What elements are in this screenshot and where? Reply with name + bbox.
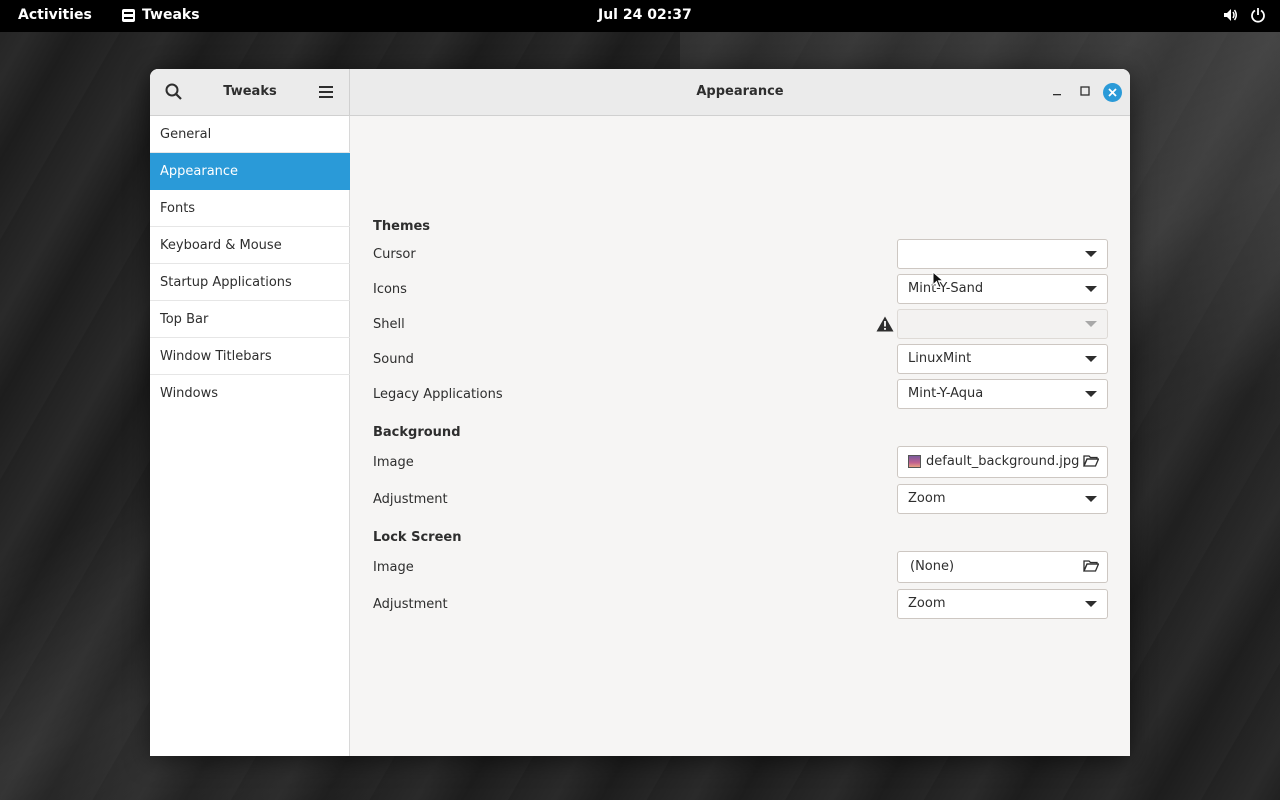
sidebar-item-fonts[interactable]: Fonts bbox=[150, 190, 350, 227]
chevron-down-icon bbox=[1085, 251, 1097, 257]
mouse-pointer-icon bbox=[932, 271, 944, 289]
lock-screen-image-value: (None) bbox=[910, 559, 955, 574]
chevron-down-icon bbox=[1085, 286, 1097, 292]
legacy-applications-label: Legacy Applications bbox=[373, 387, 503, 402]
maximize-button[interactable] bbox=[1078, 83, 1092, 99]
lock-screen-adjustment-label: Adjustment bbox=[373, 597, 448, 612]
lock-screen-heading: Lock Screen bbox=[373, 530, 462, 545]
sidebar-item-appearance[interactable]: Appearance bbox=[150, 153, 350, 190]
sidebar-item-general[interactable]: General bbox=[150, 116, 350, 153]
power-icon bbox=[1251, 8, 1265, 23]
shell-label: Shell bbox=[373, 317, 405, 332]
sound-theme-value: LinuxMint bbox=[908, 351, 972, 366]
icons-label: Icons bbox=[373, 282, 407, 297]
warning-icon bbox=[876, 316, 894, 332]
sound-theme-dropdown[interactable]: LinuxMint bbox=[897, 344, 1108, 374]
chevron-down-icon bbox=[1085, 391, 1097, 397]
legacy-applications-value: Mint-Y-Aqua bbox=[908, 386, 984, 401]
chevron-down-icon bbox=[1085, 321, 1097, 327]
lock-screen-adjustment-value: Zoom bbox=[908, 596, 946, 611]
system-tray[interactable] bbox=[1222, 7, 1266, 23]
top-bar: Activities Tweaks Jul 24 02:37 bbox=[0, 0, 1280, 32]
sidebar-header: Tweaks bbox=[150, 69, 350, 115]
themes-heading: Themes bbox=[373, 219, 431, 234]
tweaks-window: Tweaks Appearance General Appearance Fon… bbox=[150, 69, 1130, 756]
activities-button[interactable]: Activities bbox=[18, 7, 92, 23]
folder-open-icon bbox=[1083, 560, 1099, 572]
cursor-theme-dropdown[interactable] bbox=[897, 239, 1108, 269]
background-adjustment-value: Zoom bbox=[908, 491, 946, 506]
sound-label: Sound bbox=[373, 352, 414, 367]
sidebar-item-top-bar[interactable]: Top Bar bbox=[150, 301, 350, 338]
cursor-label: Cursor bbox=[373, 247, 416, 262]
appearance-panel: Themes Cursor Icons Mint-Y-Sand Shell So… bbox=[351, 116, 1130, 756]
icons-theme-dropdown[interactable]: Mint-Y-Sand bbox=[897, 274, 1108, 304]
background-image-value: default_background.jpg bbox=[926, 454, 1080, 469]
app-menu[interactable]: Tweaks bbox=[122, 7, 200, 23]
sidebar-item-keyboard-mouse[interactable]: Keyboard & Mouse bbox=[150, 227, 350, 264]
background-adjustment-label: Adjustment bbox=[373, 492, 448, 507]
background-image-label: Image bbox=[373, 455, 414, 470]
sidebar-item-window-titlebars[interactable]: Window Titlebars bbox=[150, 338, 350, 375]
close-button[interactable] bbox=[1103, 83, 1122, 102]
background-heading: Background bbox=[373, 425, 461, 440]
lock-screen-image-chooser[interactable]: (None) bbox=[897, 551, 1108, 583]
background-image-chooser[interactable]: default_background.jpg bbox=[897, 446, 1108, 478]
app-menu-label: Tweaks bbox=[142, 7, 200, 23]
background-adjustment-dropdown[interactable]: Zoom bbox=[897, 484, 1108, 514]
chevron-down-icon bbox=[1085, 601, 1097, 607]
lock-screen-adjustment-dropdown[interactable]: Zoom bbox=[897, 589, 1108, 619]
image-file-icon bbox=[908, 455, 921, 468]
sidebar-item-windows[interactable]: Windows bbox=[150, 375, 350, 412]
clock[interactable]: Jul 24 02:37 bbox=[598, 7, 692, 23]
tweaks-app-icon bbox=[122, 8, 135, 22]
legacy-applications-dropdown[interactable]: Mint-Y-Aqua bbox=[897, 379, 1108, 409]
close-icon bbox=[1108, 88, 1117, 97]
sidebar-item-startup-applications[interactable]: Startup Applications bbox=[150, 264, 350, 301]
hamburger-menu-icon[interactable] bbox=[316, 82, 336, 102]
chevron-down-icon bbox=[1085, 496, 1097, 502]
volume-icon bbox=[1224, 9, 1237, 21]
lock-screen-image-label: Image bbox=[373, 560, 414, 575]
icons-theme-value: Mint-Y-Sand bbox=[908, 281, 984, 296]
folder-open-icon bbox=[1083, 455, 1099, 467]
minimize-button[interactable] bbox=[1050, 83, 1064, 99]
header-bar: Tweaks Appearance bbox=[150, 69, 1130, 116]
sidebar: General Appearance Fonts Keyboard & Mous… bbox=[150, 116, 350, 756]
shell-theme-dropdown[interactable] bbox=[897, 309, 1108, 339]
chevron-down-icon bbox=[1085, 356, 1097, 362]
page-title: Appearance bbox=[696, 84, 784, 99]
